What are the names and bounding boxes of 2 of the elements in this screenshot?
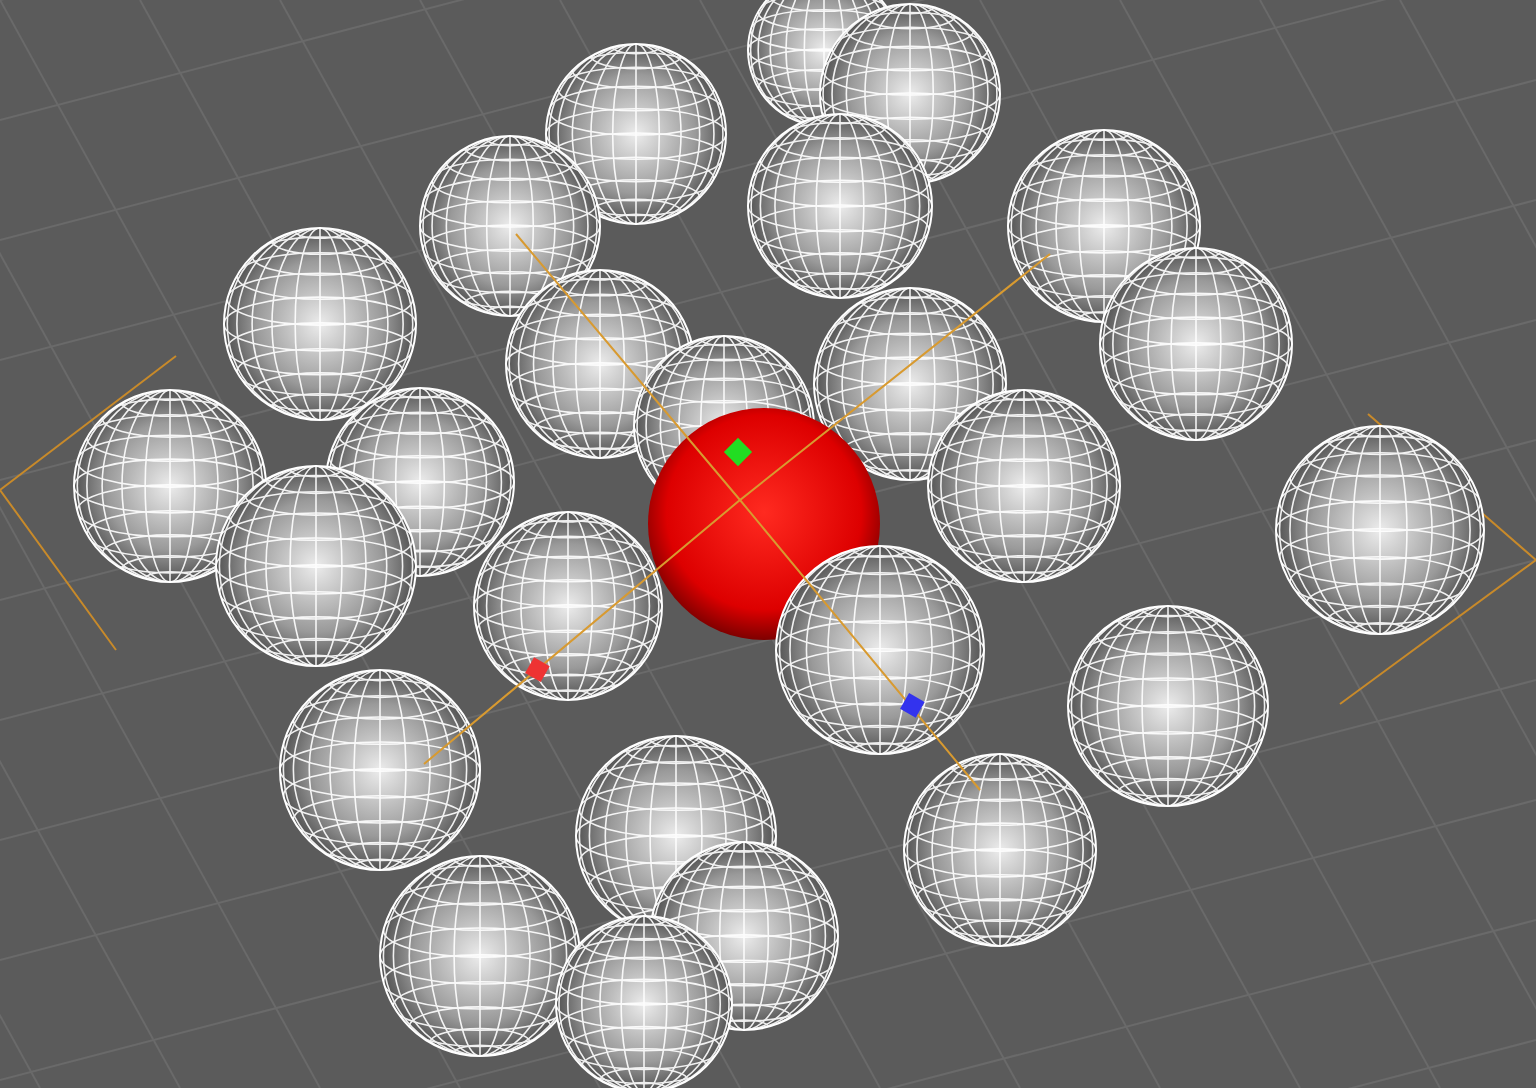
gizmo-handle[interactable] xyxy=(900,693,925,718)
gizmo-handle[interactable] xyxy=(525,657,550,682)
